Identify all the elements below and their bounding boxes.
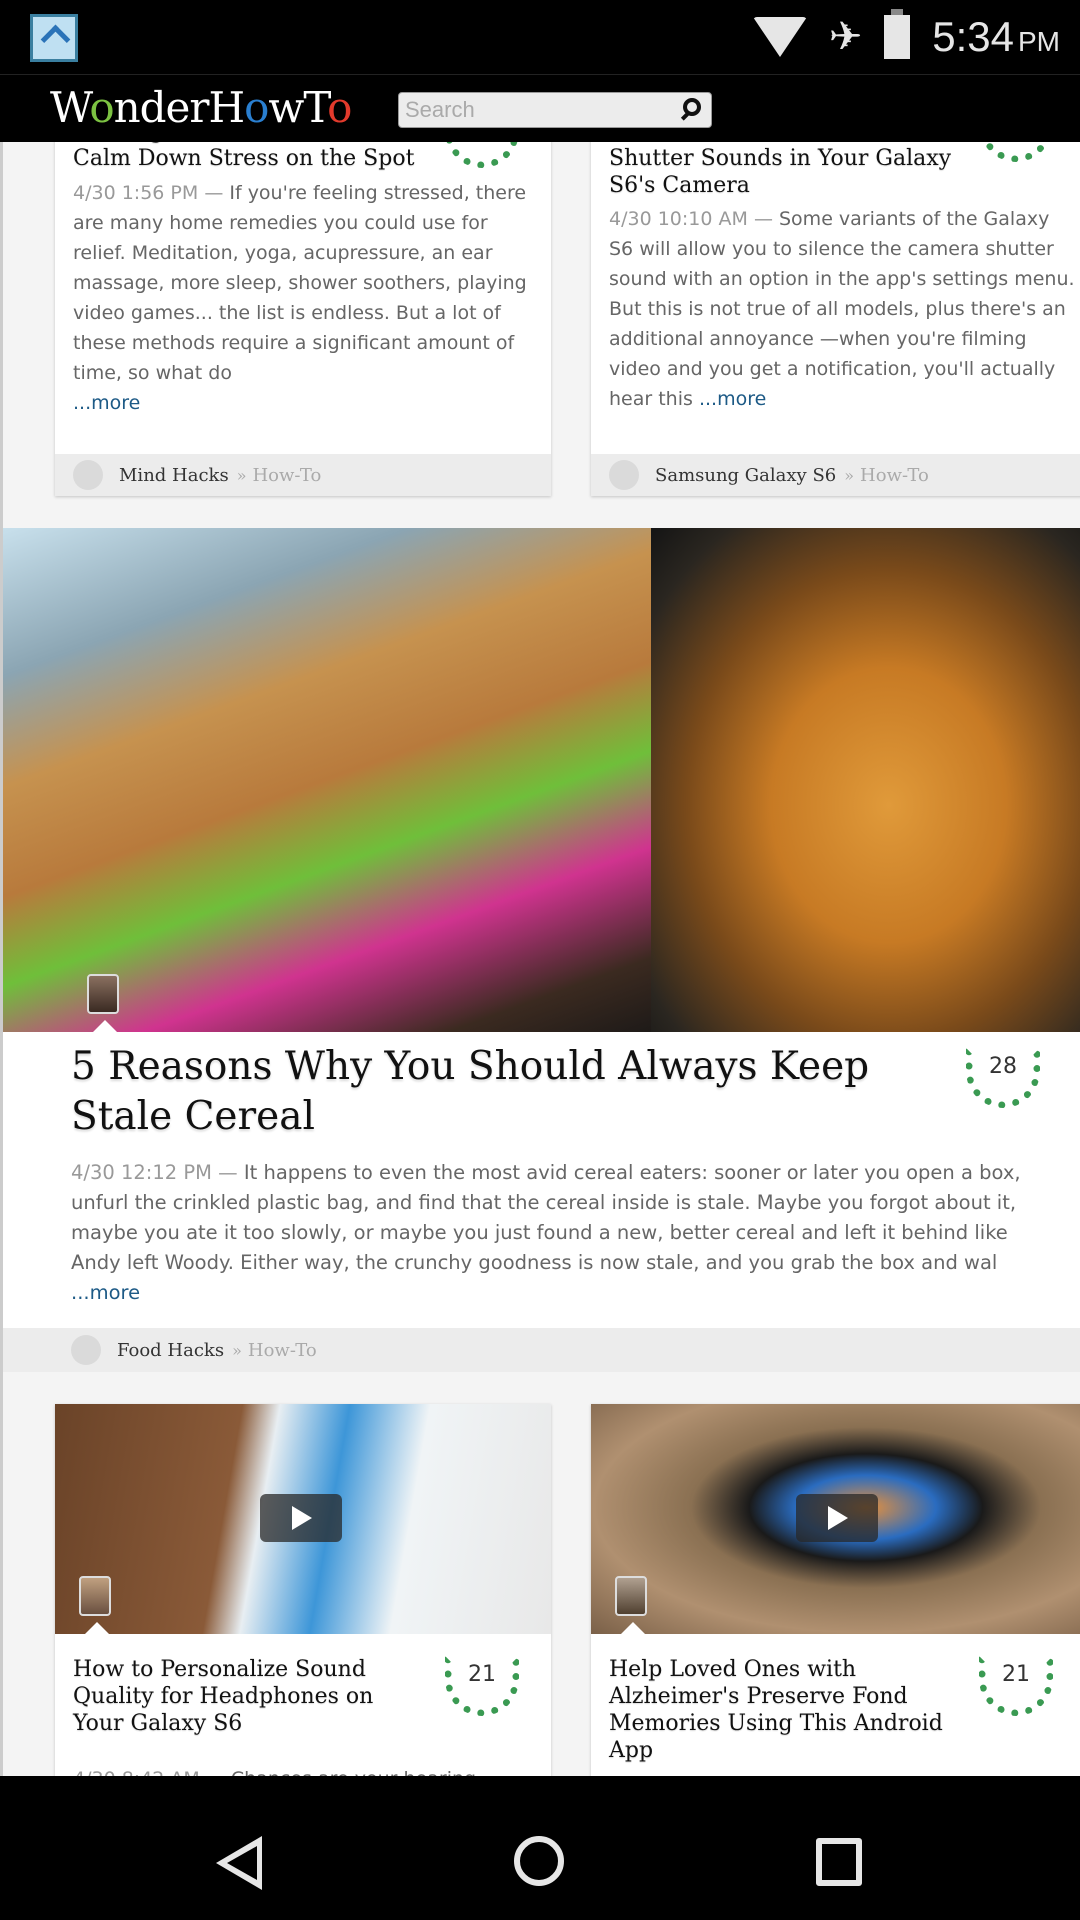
search-input[interactable] <box>405 95 665 125</box>
article-card[interactable]: Blowing on Your Thumb Can Calm Down Stre… <box>55 142 551 496</box>
score-badge: 28 <box>958 1048 1048 1114</box>
avatar-pointer <box>621 1622 645 1634</box>
category-icon <box>73 460 103 490</box>
article-card[interactable]: How to Silence Notifications & Shutter S… <box>591 142 1080 496</box>
laurel-icon <box>445 142 519 168</box>
score-value: 21 <box>1002 1662 1030 1687</box>
author-avatar[interactable] <box>87 974 119 1014</box>
featured-article[interactable]: 5 Reasons Why You Should Always Keep Sta… <box>3 1032 1080 1342</box>
article-date: 4/30 12:12 PM <box>71 1161 212 1184</box>
score-badge: 17 <box>971 142 1061 168</box>
featured-image-muffins <box>3 528 651 1032</box>
type-link[interactable]: How-To <box>860 465 929 486</box>
more-link[interactable]: ...more <box>71 1281 140 1304</box>
article-title[interactable]: How to Silence Notifications & Shutter S… <box>609 142 969 199</box>
category-link[interactable]: Samsung Galaxy S6 <box>655 465 836 486</box>
article-title[interactable]: How to Personalize Sound Quality for Hea… <box>73 1656 413 1737</box>
home-icon[interactable] <box>514 1836 564 1886</box>
featured-title[interactable]: 5 Reasons Why You Should Always Keep Sta… <box>71 1042 891 1142</box>
category-link[interactable]: Food Hacks <box>117 1340 224 1361</box>
featured-image[interactable] <box>3 528 1080 1032</box>
article-date: 4/30 8:42 AM <box>73 1768 200 1776</box>
wifi-icon <box>752 17 807 57</box>
article-title[interactable]: Blowing on Your Thumb Can Calm Down Stre… <box>73 142 433 172</box>
more-link[interactable]: ...more <box>73 392 140 414</box>
app-notification-icon <box>30 14 78 62</box>
clock-ampm: PM <box>1018 26 1060 57</box>
featured-image-crusted <box>651 528 1080 1032</box>
article-date: 4/30 1:56 PM <box>73 182 199 204</box>
featured-footer: Food Hacks » How-To <box>3 1328 1080 1372</box>
back-icon[interactable] <box>216 1836 262 1890</box>
search-icon[interactable] <box>683 98 701 116</box>
clock-time: 5:34 <box>932 13 1014 60</box>
article-footer: Mind Hacks » How-To <box>55 454 551 496</box>
battery-icon <box>884 9 911 59</box>
type-link[interactable]: How-To <box>252 465 321 486</box>
avatar-pointer <box>93 1020 117 1032</box>
recent-apps-icon[interactable] <box>816 1838 862 1886</box>
system-navigation-bar <box>0 1776 1080 1920</box>
featured-excerpt: 4/30 12:12 PM — It happens to even the m… <box>71 1161 1021 1304</box>
site-logo[interactable]: WonderHowTo <box>50 83 352 132</box>
play-icon[interactable] <box>260 1494 342 1542</box>
article-excerpt: 4/30 1:56 PM — If you're feeling stresse… <box>73 182 527 414</box>
article-feed[interactable]: Blowing on Your Thumb Can Calm Down Stre… <box>0 142 1080 1776</box>
site-header: WonderHowTo <box>0 74 1080 142</box>
score-value: 21 <box>468 1662 496 1687</box>
airplane-mode-icon: ✈ <box>828 14 863 60</box>
score-badge: 21 <box>437 1656 527 1722</box>
status-bar: ✈ 5:34 PM <box>0 0 1080 74</box>
score-badge: 30 <box>437 142 527 174</box>
article-excerpt: 4/30 10:10 AM — Some variants of the Gal… <box>609 208 1075 410</box>
laurel-icon <box>979 142 1053 162</box>
category-link[interactable]: Mind Hacks <box>119 465 229 486</box>
avatar-pointer <box>85 1622 109 1634</box>
author-avatar[interactable] <box>615 1576 647 1616</box>
author-avatar[interactable] <box>79 1576 111 1616</box>
category-icon <box>71 1335 101 1365</box>
score-value: 28 <box>989 1054 1017 1079</box>
article-title[interactable]: Help Loved Ones with Alzheimer's Preserv… <box>609 1656 959 1764</box>
article-footer: Samsung Galaxy S6 » How-To <box>591 454 1080 496</box>
article-card[interactable]: How to Personalize Sound Quality for Hea… <box>55 1404 551 1776</box>
article-card[interactable]: Help Loved Ones with Alzheimer's Preserv… <box>591 1404 1080 1776</box>
video-thumbnail[interactable] <box>591 1404 1080 1634</box>
type-link[interactable]: How-To <box>248 1340 317 1361</box>
more-link[interactable]: ...more <box>699 388 766 410</box>
clock: 5:34 PM <box>932 13 1060 61</box>
category-icon <box>609 460 639 490</box>
play-icon[interactable] <box>796 1494 878 1542</box>
search-box <box>398 92 712 128</box>
video-thumbnail[interactable] <box>55 1404 551 1634</box>
article-excerpt: 4/30 8:42 AM — Chances are your hearing <box>73 1764 533 1776</box>
article-date: 4/30 10:10 AM <box>609 208 748 230</box>
score-badge: 21 <box>971 1656 1061 1722</box>
